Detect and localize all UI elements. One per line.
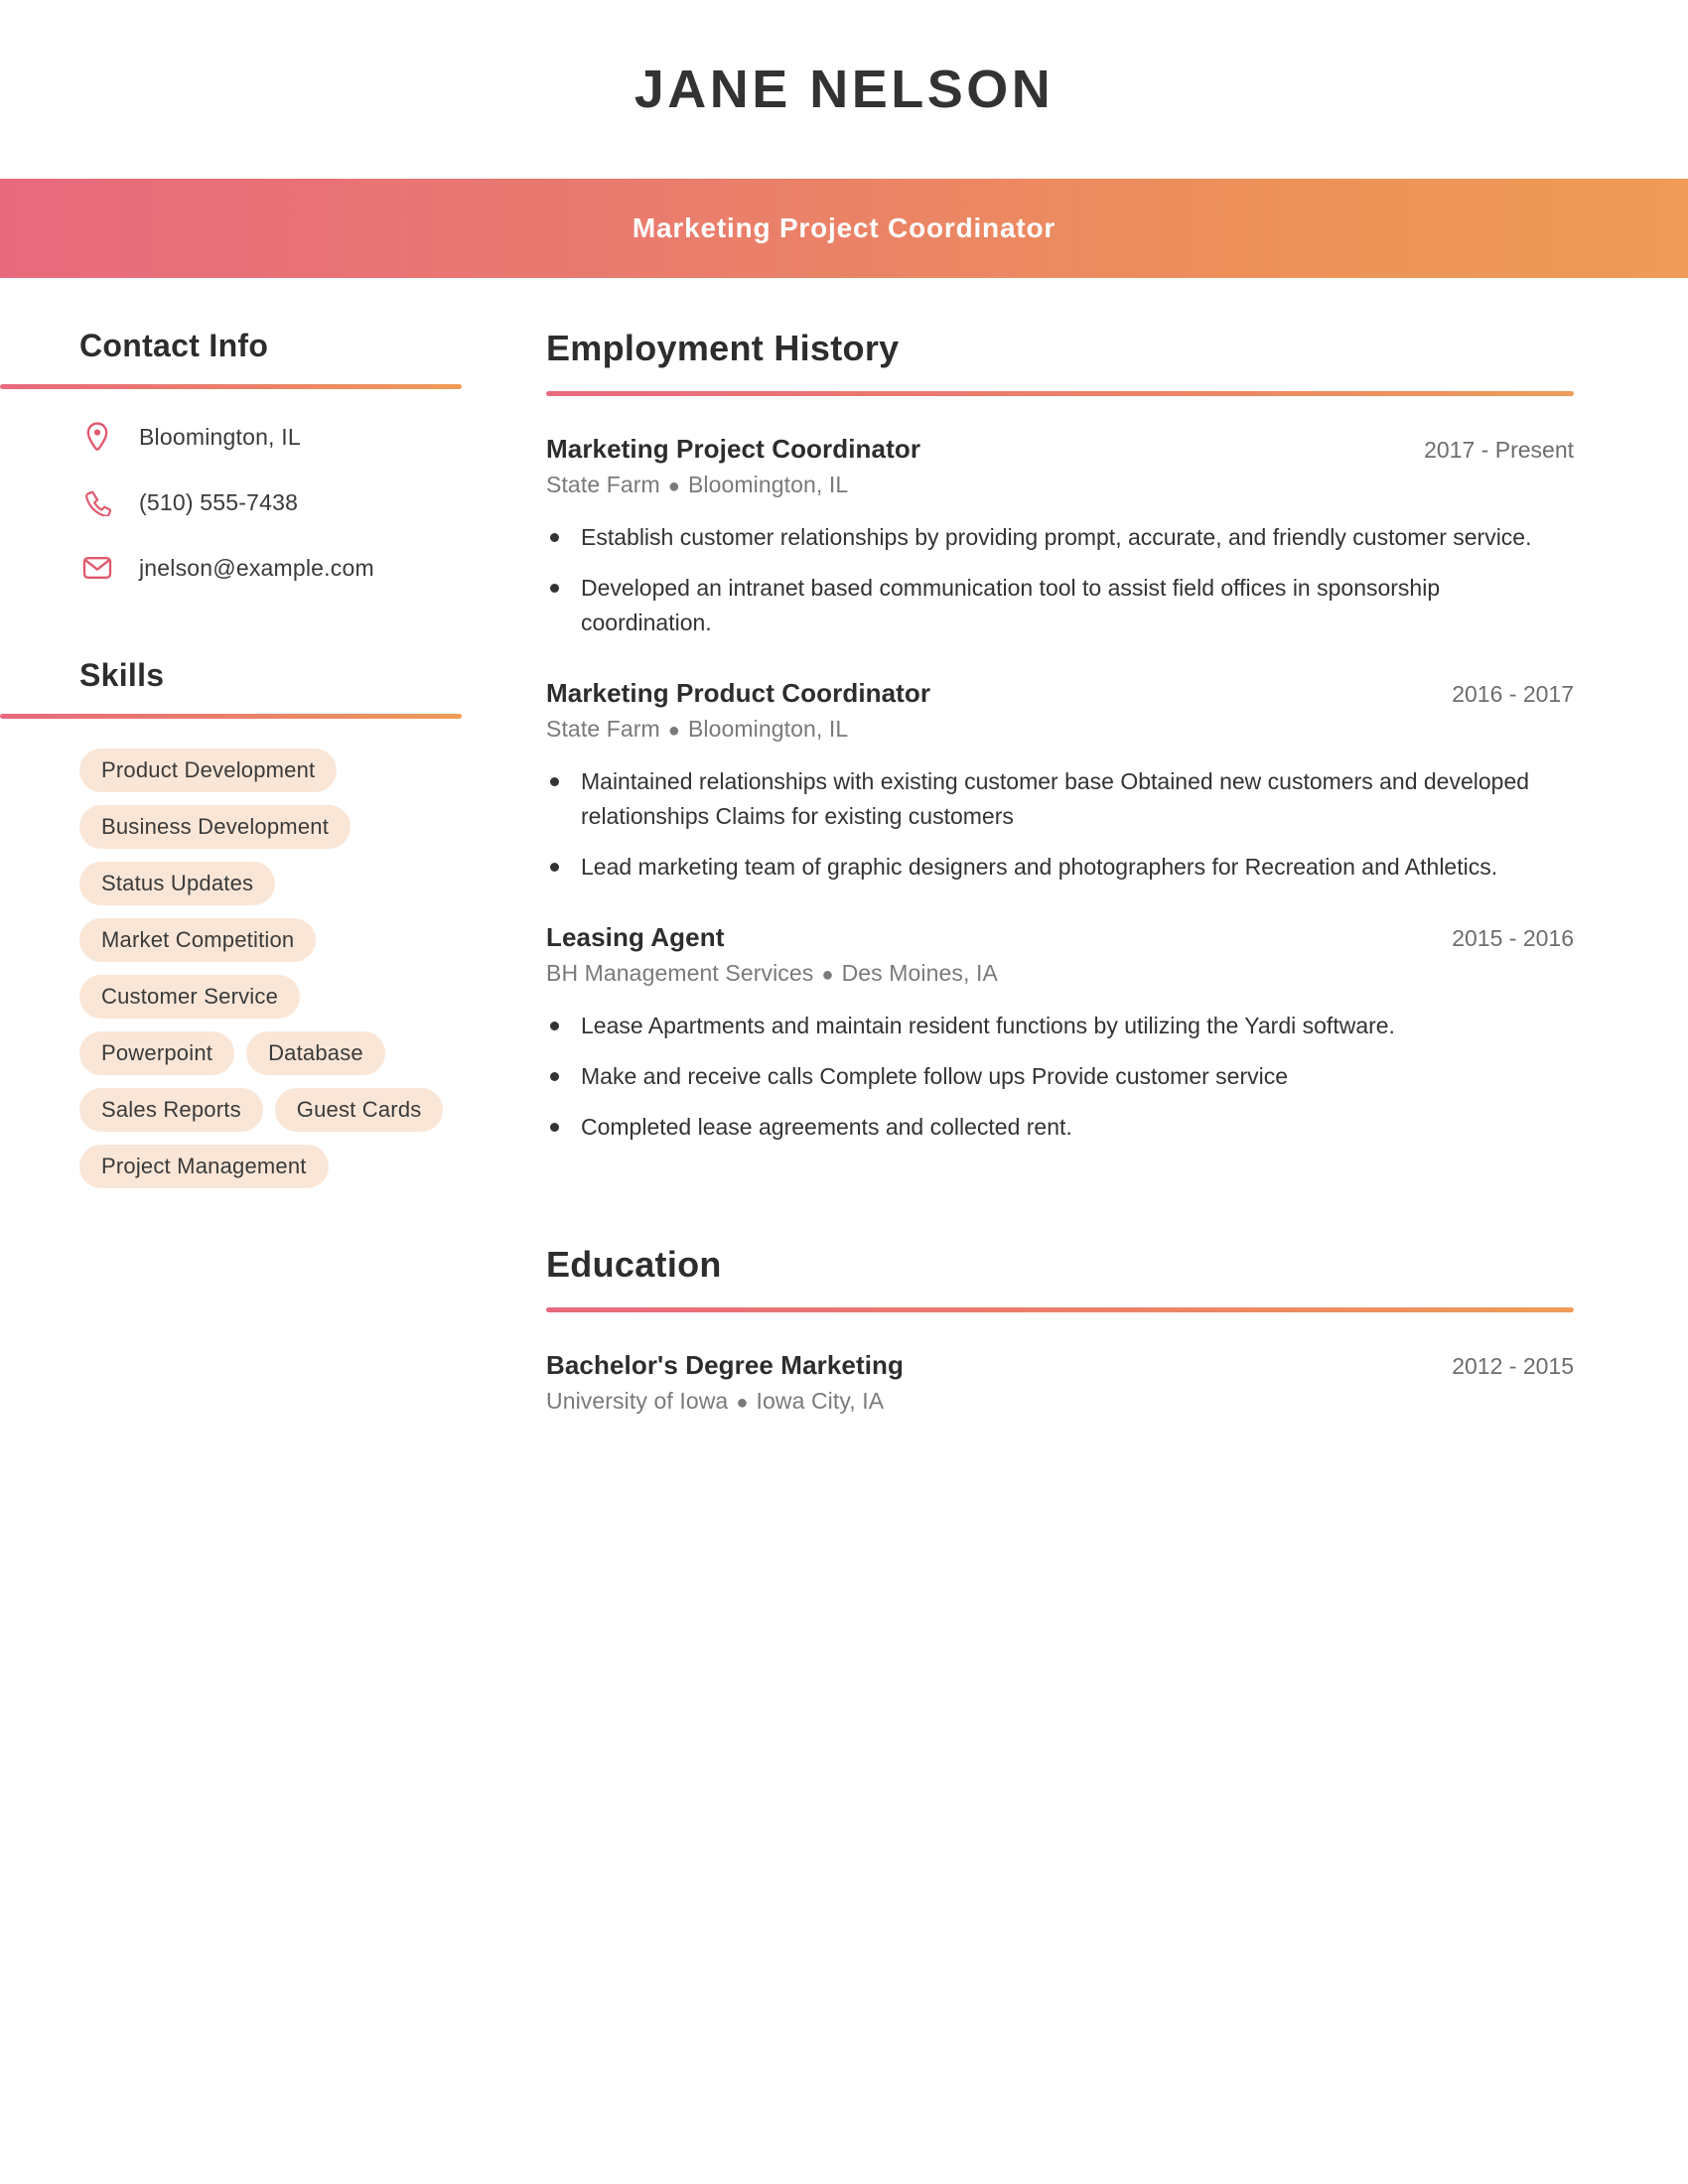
- job-title-text: Marketing Project Coordinator: [632, 212, 1056, 243]
- education-location: Iowa City, IA: [756, 1387, 885, 1414]
- employment-dates: 2017 - Present: [1424, 437, 1574, 463]
- employment-entry: Leasing Agent 2015 - 2016 BH Management …: [546, 922, 1574, 1145]
- skill-tag: Database: [246, 1031, 385, 1075]
- education-degree: Bachelor's Degree Marketing: [546, 1349, 905, 1380]
- envelope-icon: [79, 555, 115, 581]
- employment-location: Des Moines, IA: [841, 959, 998, 986]
- education-divider: [546, 1306, 1574, 1312]
- employment-entry-header: Leasing Agent 2015 - 2016: [546, 922, 1574, 953]
- employment-entry: Marketing Product Coordinator 2016 - 201…: [546, 678, 1574, 885]
- contact-item-phone: (510) 555-7438: [79, 484, 467, 520]
- education-dates: 2012 - 2015: [1452, 1352, 1574, 1379]
- skill-tag: Project Management: [79, 1145, 329, 1188]
- skills-list: Product Development Business Development…: [0, 749, 467, 1188]
- employment-entry: Marketing Project Coordinator 2017 - Pre…: [546, 434, 1574, 640]
- contact-location-value: Bloomington, IL: [139, 423, 301, 450]
- employment-dates: 2016 - 2017: [1452, 680, 1574, 707]
- contact-item-location: Bloomington, IL: [79, 419, 467, 455]
- employment-company-location: State Farm ● Bloomington, IL: [546, 716, 1574, 743]
- education-entry-header: Bachelor's Degree Marketing 2012 - 2015: [546, 1350, 1574, 1381]
- meta-separator-icon: ●: [667, 476, 680, 497]
- skill-tag: Guest Cards: [274, 1088, 444, 1132]
- employment-company: State Farm: [546, 472, 660, 497]
- education-school: University of Iowa: [546, 1387, 729, 1414]
- phone-icon: [79, 488, 115, 516]
- skill-tag: Powerpoint: [79, 1031, 235, 1075]
- employment-entry-header: Marketing Product Coordinator 2016 - 201…: [546, 678, 1574, 709]
- contact-email-value: jnelson@example.com: [139, 554, 374, 581]
- employment-location: Bloomington, IL: [687, 715, 849, 742]
- employment-role: Marketing Product Coordinator: [546, 677, 931, 708]
- employment-role: Leasing Agent: [546, 921, 725, 952]
- job-title-banner: Marketing Project Coordinator: [0, 179, 1688, 278]
- bullet-item: Make and receive calls Complete follow u…: [546, 1059, 1574, 1094]
- employment-bullets: Lease Apartments and maintain resident f…: [546, 1009, 1574, 1145]
- skill-tag: Customer Service: [79, 975, 301, 1019]
- meta-separator-icon: ●: [736, 1391, 749, 1414]
- skill-tag: Status Updates: [79, 862, 276, 905]
- employment-role: Marketing Project Coordinator: [546, 434, 921, 464]
- skill-tag: Product Development: [79, 749, 338, 792]
- bullet-item: Maintained relationships with existing c…: [546, 764, 1574, 834]
- bullet-item: Completed lease agreements and collected…: [546, 1110, 1574, 1145]
- employment-company-location: State Farm ● Bloomington, IL: [546, 472, 1574, 498]
- meta-separator-icon: ●: [667, 719, 680, 742]
- education-heading: Education: [546, 1243, 722, 1285]
- skill-tag: Sales Reports: [79, 1088, 263, 1132]
- employment-bullets: Maintained relationships with existing c…: [546, 764, 1574, 885]
- education-entry: Bachelor's Degree Marketing 2012 - 2015 …: [546, 1350, 1574, 1415]
- skill-tag: Market Competition: [79, 918, 317, 962]
- skills-heading: Skills: [79, 657, 165, 693]
- contact-info-heading: Contact Info: [79, 328, 269, 363]
- education-school-location: University of Iowa ● Iowa City, IA: [546, 1388, 1574, 1415]
- meta-separator-icon: ●: [821, 963, 834, 986]
- employment-company-location: BH Management Services ● Des Moines, IA: [546, 960, 1574, 987]
- employment-location: Bloomington, IL: [687, 472, 849, 497]
- bullet-item: Establish customer relationships by prov…: [546, 520, 1574, 555]
- skill-tag: Business Development: [79, 805, 352, 849]
- contact-list: Bloomington, IL (510) 555-7438 jnelson@e…: [0, 419, 467, 586]
- bullet-item: Lead marketing team of graphic designers…: [546, 850, 1574, 885]
- contact-phone-value: (510) 555-7438: [139, 488, 299, 515]
- employment-company: BH Management Services: [546, 959, 814, 986]
- employment-entry-header: Marketing Project Coordinator 2017 - Pre…: [546, 434, 1574, 465]
- contact-item-email: jnelson@example.com: [79, 550, 467, 586]
- employment-history-heading: Employment History: [546, 328, 900, 368]
- main-content: Employment History Marketing Project Coo…: [467, 278, 1688, 1415]
- resume-body: Contact Info Bloomington, IL (510) 555-7…: [0, 278, 1688, 1415]
- sidebar: Contact Info Bloomington, IL (510) 555-7…: [0, 278, 467, 1188]
- bullet-item: Developed an intranet based communicatio…: [546, 571, 1574, 640]
- skills-divider: [0, 714, 462, 719]
- resume-header: JANE NELSON: [0, 0, 1688, 179]
- employment-company: State Farm: [546, 715, 660, 742]
- employment-history-divider: [546, 391, 1574, 396]
- bullet-item: Lease Apartments and maintain resident f…: [546, 1009, 1574, 1043]
- employment-dates: 2015 - 2016: [1452, 924, 1574, 951]
- contact-info-divider: [0, 384, 462, 389]
- page-title: JANE NELSON: [633, 60, 1055, 119]
- location-pin-icon: [79, 421, 115, 453]
- employment-bullets: Establish customer relationships by prov…: [546, 520, 1574, 640]
